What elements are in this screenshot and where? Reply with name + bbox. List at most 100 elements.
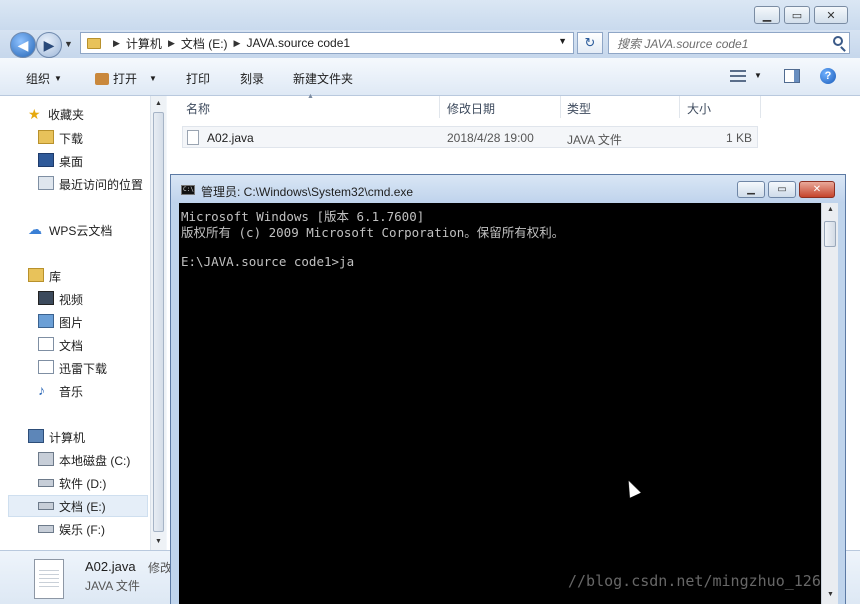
sidebar-item-label: 软件 (D:) bbox=[59, 477, 107, 491]
sidebar-item-wps[interactable]: WPS云文档 bbox=[49, 222, 112, 239]
preview-pane-icon[interactable] bbox=[784, 69, 800, 83]
file-type: JAVA 文件 bbox=[567, 133, 622, 147]
sidebar-item-drive-c[interactable]: 本地磁盘 (C:) bbox=[59, 452, 130, 469]
sidebar-item-label: 迅雷下载 bbox=[59, 362, 108, 376]
breadcrumb-computer[interactable]: 计算机 bbox=[126, 35, 162, 52]
open-button[interactable]: 打开 ▼ bbox=[95, 70, 157, 87]
sidebar-item-downloads[interactable]: 下载 bbox=[59, 130, 83, 147]
drive-icon bbox=[38, 525, 54, 533]
documents-icon bbox=[38, 337, 54, 351]
cmd-title: 管理员: C:\Windows\System32\cmd.exe bbox=[201, 185, 414, 199]
address-bar[interactable]: ▶ 计算机 ▶ 文档 (E:) ▶ JAVA.source code1 ▼ bbox=[80, 32, 574, 54]
star-icon: ★ bbox=[28, 106, 41, 122]
search-input[interactable]: 搜索 JAVA.source code1 bbox=[608, 32, 850, 54]
column-divider[interactable] bbox=[439, 96, 440, 118]
column-divider[interactable] bbox=[560, 96, 561, 118]
explorer-titlebar: ▁ ▭ ✕ bbox=[0, 0, 860, 30]
organize-button[interactable]: 组织 ▼ bbox=[26, 70, 62, 87]
help-icon[interactable]: ? bbox=[820, 68, 836, 84]
forward-button[interactable]: ▶ bbox=[36, 32, 62, 58]
cmd-scrollbar[interactable]: ▲ ▼ bbox=[821, 203, 838, 604]
sidebar-item-favorites[interactable]: 收藏夹 bbox=[48, 106, 84, 123]
search-icon[interactable] bbox=[833, 36, 843, 46]
close-button[interactable]: ✕ bbox=[814, 6, 848, 24]
sidebar-item-music[interactable]: 音乐 bbox=[59, 383, 83, 400]
sidebar-item-computer[interactable]: 计算机 bbox=[49, 429, 85, 446]
print-button[interactable]: 打印 bbox=[186, 70, 210, 87]
chevron-right-icon[interactable]: ▶ bbox=[168, 38, 175, 49]
watermark: //blog.csdn.net/mingzhuo_126 bbox=[568, 572, 821, 590]
recent-pages-dropdown[interactable]: ▼ bbox=[64, 39, 73, 49]
file-name: A02.java bbox=[207, 131, 254, 145]
caret-down-icon: ▼ bbox=[54, 74, 62, 83]
sidebar-item-documents[interactable]: 文档 bbox=[59, 337, 83, 354]
maximize-button[interactable]: ▭ bbox=[784, 6, 810, 24]
sidebar-item-drive-e[interactable]: 文档 (E:) bbox=[59, 498, 106, 515]
sidebar-item-label: 文档 bbox=[59, 339, 84, 353]
java-file-large-icon bbox=[34, 559, 64, 599]
cmd-maximize-button[interactable]: ▭ bbox=[768, 181, 796, 198]
cmd-minimize-button[interactable]: ▁ bbox=[737, 181, 765, 198]
arrow-left-icon: ◀ bbox=[17, 36, 29, 53]
sidebar-item-desktop[interactable]: 桌面 bbox=[59, 153, 83, 170]
open-label: 打开 bbox=[113, 72, 138, 86]
sidebar-scrollbar[interactable]: ▲ ▼ bbox=[150, 96, 166, 550]
refresh-button[interactable]: ↻ bbox=[577, 32, 603, 54]
breadcrumb-folder[interactable]: JAVA.source code1 bbox=[246, 36, 350, 50]
breadcrumb-drive-e[interactable]: 文档 (E:) bbox=[181, 35, 228, 52]
column-divider[interactable] bbox=[760, 96, 761, 118]
column-header-name[interactable]: 名称 bbox=[186, 100, 210, 117]
sidebar-item-label: 文档 (E:) bbox=[59, 500, 106, 514]
sidebar-item-label: 音乐 bbox=[59, 385, 84, 399]
cmd-titlebar[interactable]: C:\ 管理员: C:\Windows\System32\cmd.exe ▁ ▭… bbox=[171, 175, 845, 203]
sidebar-item-label: 库 bbox=[49, 270, 62, 284]
file-modified: 2018/4/28 19:00 bbox=[447, 131, 534, 145]
sidebar-item-thunder[interactable]: 迅雷下载 bbox=[59, 360, 107, 377]
sidebar-item-libraries[interactable]: 库 bbox=[49, 268, 61, 285]
sidebar-item-recent[interactable]: 最近访问的位置 bbox=[59, 176, 143, 193]
view-options-icon[interactable] bbox=[730, 70, 746, 82]
scroll-down-icon[interactable]: ▼ bbox=[827, 591, 834, 598]
sidebar-item-pictures[interactable]: 图片 bbox=[59, 314, 83, 331]
scrollbar-thumb[interactable] bbox=[153, 112, 164, 532]
print-label: 打印 bbox=[186, 72, 211, 86]
cmd-close-button[interactable]: ✕ bbox=[799, 181, 835, 198]
address-dropdown-icon[interactable]: ▼ bbox=[558, 36, 567, 46]
refresh-icon: ↻ bbox=[584, 35, 596, 50]
scroll-up-icon[interactable]: ▲ bbox=[827, 206, 834, 213]
caret-down-icon[interactable]: ▼ bbox=[149, 74, 157, 83]
column-header-modified[interactable]: 修改日期 bbox=[447, 100, 495, 117]
column-divider[interactable] bbox=[679, 96, 680, 118]
cmd-console[interactable]: Microsoft Windows [版本 6.1.7600] 版权所有 (c)… bbox=[179, 203, 821, 604]
chevron-right-icon[interactable]: ▶ bbox=[234, 38, 241, 49]
open-icon bbox=[95, 72, 109, 85]
sidebar-item-drive-f[interactable]: 娱乐 (F:) bbox=[59, 521, 105, 538]
scroll-down-icon[interactable]: ▼ bbox=[155, 538, 162, 545]
sidebar-item-label: 最近访问的位置 bbox=[59, 178, 144, 192]
column-header-size[interactable]: 大小 bbox=[687, 100, 711, 117]
scrollbar-thumb[interactable] bbox=[824, 221, 836, 247]
file-row[interactable]: A02.java 2018/4/28 19:00 JAVA 文件 1 KB bbox=[182, 126, 758, 148]
library-icon bbox=[28, 268, 44, 282]
burn-label: 刻录 bbox=[240, 72, 265, 86]
console-line: E:\JAVA.source code1>ja bbox=[181, 254, 355, 269]
back-button[interactable]: ◀ bbox=[10, 32, 36, 58]
drive-icon bbox=[38, 479, 54, 487]
burn-button[interactable]: 刻录 bbox=[240, 70, 264, 87]
minimize-button[interactable]: ▁ bbox=[754, 6, 780, 24]
sort-ascending-icon: ▲ bbox=[307, 93, 314, 100]
sidebar-item-drive-d[interactable]: 软件 (D:) bbox=[59, 475, 106, 492]
chevron-right-icon[interactable]: ▶ bbox=[113, 38, 120, 49]
column-header-type[interactable]: 类型 bbox=[567, 100, 591, 117]
sidebar-item-videos[interactable]: 视频 bbox=[59, 291, 83, 308]
sidebar-item-label: 娱乐 (F:) bbox=[59, 523, 105, 537]
new-folder-button[interactable]: 新建文件夹 bbox=[293, 70, 353, 87]
sidebar-item-label: WPS云文档 bbox=[49, 224, 113, 238]
cmd-window[interactable]: C:\ 管理员: C:\Windows\System32\cmd.exe ▁ ▭… bbox=[170, 174, 846, 604]
music-icon: ♪ bbox=[38, 382, 45, 398]
file-size: 1 KB bbox=[726, 131, 753, 145]
thunder-download-icon bbox=[38, 360, 54, 374]
scroll-up-icon[interactable]: ▲ bbox=[155, 100, 162, 107]
caret-down-icon[interactable]: ▼ bbox=[754, 71, 762, 80]
command-toolbar: 组织 ▼ 打开 ▼ 打印 刻录 新建文件夹 ▼ ? bbox=[0, 58, 860, 96]
